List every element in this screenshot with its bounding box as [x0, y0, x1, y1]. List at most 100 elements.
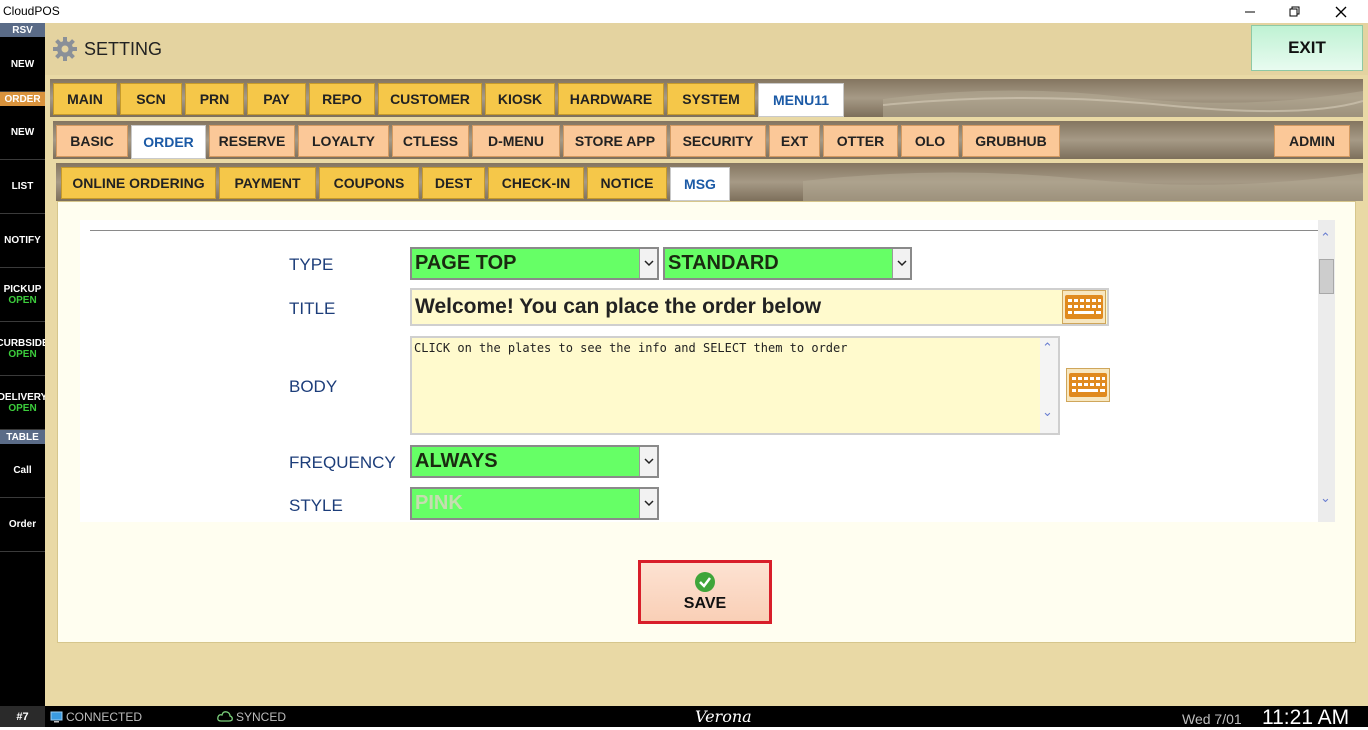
frequency-select-value: ALWAYS — [415, 450, 498, 472]
form-scrollbar[interactable]: ⌃ ⌄ — [1318, 220, 1335, 522]
msg-form: TYPE PAGE TOP STANDARD TITLE Welcome! Yo… — [80, 220, 1335, 522]
restore-button[interactable] — [1272, 0, 1318, 23]
tab-main[interactable]: MAIN — [53, 83, 117, 115]
chevron-down-icon[interactable]: ⌄ — [1042, 404, 1053, 420]
tab-customer[interactable]: CUSTOMER — [378, 83, 482, 115]
tab-security[interactable]: SECURITY — [670, 125, 766, 157]
sidebar-curbside-label: CURBSIDE — [0, 337, 45, 349]
tab-scn[interactable]: SCN — [120, 83, 182, 115]
chevron-down-icon[interactable] — [639, 249, 657, 278]
save-button[interactable]: SAVE — [638, 560, 772, 624]
tab-check-in[interactable]: CHECK-IN — [488, 167, 584, 199]
sidebar-rsv-new[interactable]: NEW — [0, 37, 45, 92]
title-keyboard-button[interactable] — [1062, 290, 1106, 324]
style-select-value: PINK — [415, 492, 463, 514]
tabbar-wave-decoration — [803, 172, 1363, 201]
sidebar-curbside[interactable]: CURBSIDE OPEN — [0, 322, 45, 376]
keyboard-icon — [1065, 295, 1103, 319]
sidebar-call[interactable]: Call — [0, 444, 45, 498]
main-tab-bar: MAIN SCN PRN PAY REPO CUSTOMER KIOSK HAR… — [50, 79, 1363, 117]
exit-button[interactable]: EXIT — [1251, 25, 1363, 71]
chevron-down-icon[interactable] — [892, 249, 910, 278]
type-label: TYPE — [289, 255, 334, 274]
minimize-icon — [1245, 11, 1255, 12]
tab-admin[interactable]: ADMIN — [1274, 125, 1350, 157]
type-style-select-value: STANDARD — [668, 252, 779, 274]
type-style-select[interactable]: STANDARD — [663, 247, 912, 280]
tab-loyalty[interactable]: LOYALTY — [298, 125, 389, 157]
tab-grubhub[interactable]: GRUBHUB — [962, 125, 1060, 157]
tab-msg[interactable]: MSG — [670, 167, 730, 201]
sidebar-pickup[interactable]: PICKUP OPEN — [0, 268, 45, 322]
sub-tab-bar: BASIC ORDER RESERVE LOYALTY CTLESS D-MEN… — [53, 121, 1363, 159]
body-scrollbar[interactable]: ⌃ ⌄ — [1040, 338, 1058, 433]
tab-ctless[interactable]: CTLESS — [392, 125, 469, 157]
tab-order[interactable]: ORDER — [131, 125, 206, 159]
sidebar-list[interactable]: LIST — [0, 160, 45, 214]
close-button[interactable] — [1318, 0, 1364, 23]
sidebar-curbside-status: OPEN — [8, 348, 37, 360]
sync-status: SYNCED — [236, 710, 287, 724]
restore-icon — [1289, 6, 1300, 16]
tab-menu11[interactable]: MENU11 — [758, 83, 844, 117]
tab-coupons[interactable]: COUPONS — [319, 167, 419, 199]
time-display: 11:21 AM — [1262, 706, 1350, 729]
tab-notice[interactable]: NOTICE — [587, 167, 667, 199]
tab-kiosk[interactable]: KIOSK — [485, 83, 555, 115]
frequency-select[interactable]: ALWAYS — [410, 445, 659, 478]
tab-system[interactable]: SYSTEM — [667, 83, 755, 115]
gear-icon — [53, 37, 77, 61]
body-keyboard-button[interactable] — [1066, 368, 1110, 402]
left-sidebar: RSV NEW ORDER NEW LIST NOTIFY PICKUP OPE… — [0, 23, 45, 706]
tab-d-menu[interactable]: D-MENU — [472, 125, 560, 157]
body-textarea[interactable]: CLICK on the plates to see the info and … — [410, 336, 1060, 435]
sidebar-pickup-label: PICKUP — [3, 283, 42, 295]
sidebar-delivery-status: OPEN — [8, 402, 37, 414]
chevron-down-icon[interactable]: ⌄ — [1320, 490, 1331, 506]
page-header: SETTING EXIT — [45, 23, 1368, 75]
page-title: SETTING — [84, 39, 163, 59]
scrollbar-thumb[interactable] — [1319, 259, 1334, 294]
tab-reserve[interactable]: RESERVE — [209, 125, 295, 157]
window-title: CloudPOS — [3, 4, 60, 18]
tab-hardware[interactable]: HARDWARE — [558, 83, 664, 115]
body-textarea-value: CLICK on the plates to see the info and … — [414, 341, 848, 355]
chevron-up-icon[interactable]: ⌃ — [1320, 230, 1331, 246]
style-label: STYLE — [289, 496, 343, 515]
settings-panel: TYPE PAGE TOP STANDARD TITLE Welcome! Yo… — [57, 201, 1356, 643]
sidebar-section-table: TABLE — [0, 430, 45, 444]
tab-store-app[interactable]: STORE APP — [563, 125, 667, 157]
save-button-label: SAVE — [683, 595, 727, 612]
tab-basic[interactable]: BASIC — [56, 125, 128, 157]
divider — [90, 230, 1326, 231]
sidebar-table-order[interactable]: Order — [0, 498, 45, 552]
sidebar-order-new[interactable]: NEW — [0, 106, 45, 160]
sidebar-notify[interactable]: NOTIFY — [0, 214, 45, 268]
tab-ext[interactable]: EXT — [769, 125, 820, 157]
chevron-down-icon[interactable] — [639, 489, 657, 518]
title-input[interactable]: Welcome! You can place the order below — [410, 288, 1109, 326]
type-select-value: PAGE TOP — [415, 252, 517, 274]
sidebar-section-order: ORDER — [0, 92, 45, 106]
connection-status: CONNECTED — [66, 710, 143, 724]
tab-repo[interactable]: REPO — [309, 83, 375, 115]
sidebar-section-rsv: RSV — [0, 23, 45, 37]
tab-dest[interactable]: DEST — [422, 167, 485, 199]
style-select[interactable]: PINK — [410, 487, 659, 520]
tab-prn[interactable]: PRN — [185, 83, 244, 115]
date-display: Wed 7/01 — [1182, 711, 1242, 727]
minimize-button[interactable] — [1227, 0, 1273, 23]
sidebar-delivery[interactable]: DELIVERY OPEN — [0, 376, 45, 430]
tab-payment[interactable]: PAYMENT — [219, 167, 316, 199]
tab-olo[interactable]: OLO — [901, 125, 959, 157]
tabbar-wave-decoration — [883, 90, 1363, 117]
chevron-up-icon[interactable]: ⌃ — [1042, 340, 1053, 356]
tab-otter[interactable]: OTTER — [823, 125, 898, 157]
chevron-down-icon[interactable] — [639, 447, 657, 476]
tab-pay[interactable]: PAY — [247, 83, 306, 115]
type-select[interactable]: PAGE TOP — [410, 247, 659, 280]
cloud-icon — [217, 711, 233, 722]
keyboard-icon — [1069, 373, 1107, 397]
title-input-value: Welcome! You can place the order below — [415, 295, 822, 318]
tab-online-ordering[interactable]: ONLINE ORDERING — [61, 167, 216, 199]
